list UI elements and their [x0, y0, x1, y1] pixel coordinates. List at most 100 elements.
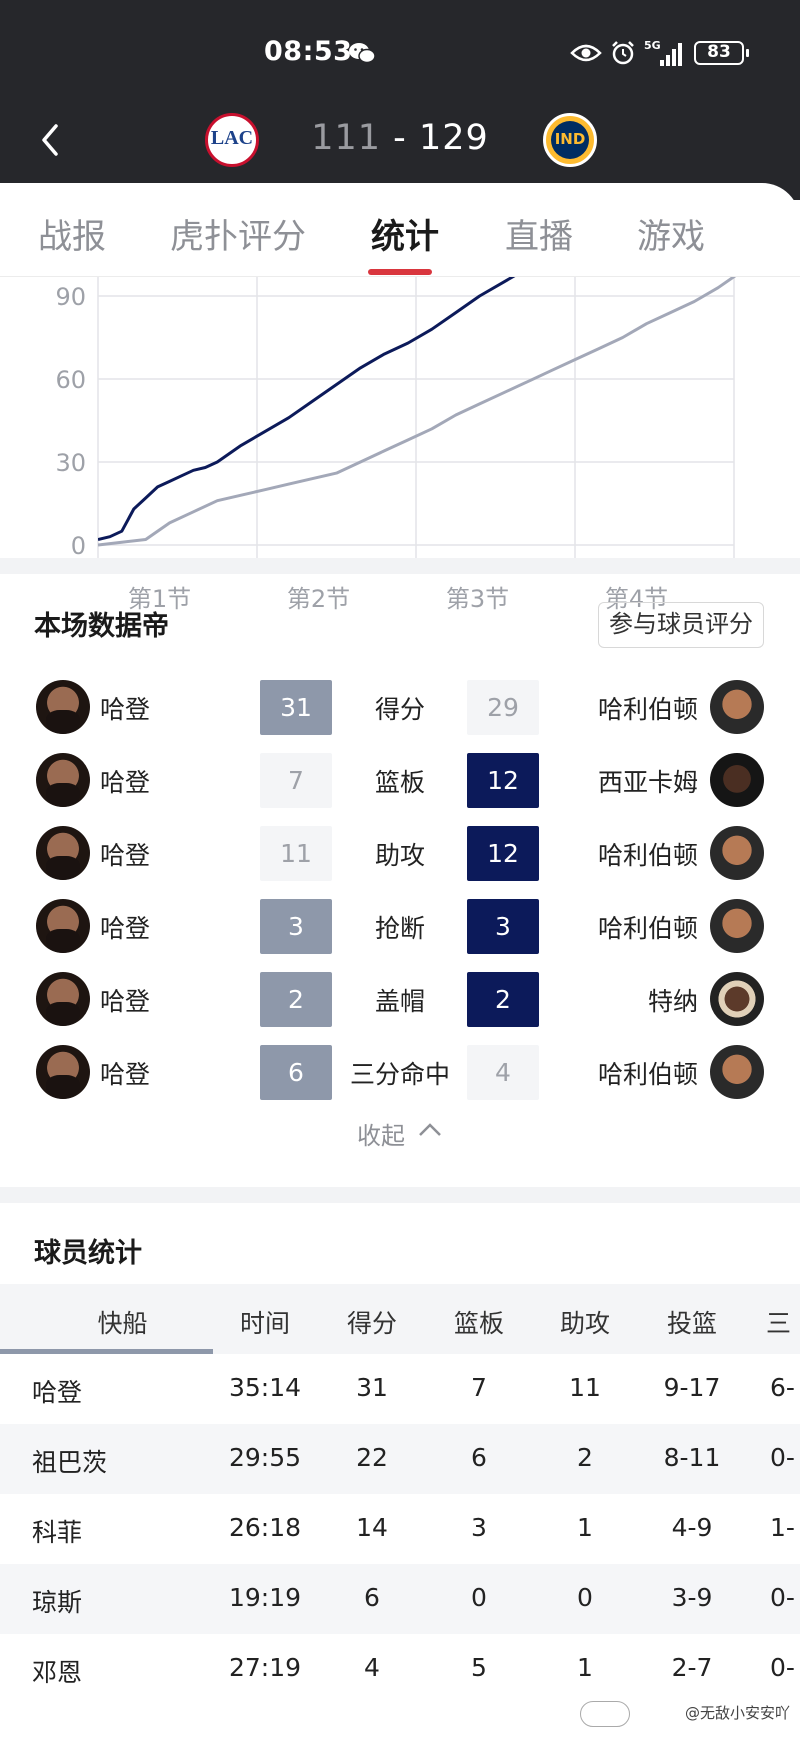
series-line-1: [98, 277, 737, 547]
left-player-name[interactable]: 哈登: [100, 690, 150, 726]
right-player-avatar[interactable]: [710, 753, 764, 807]
right-player-name[interactable]: 西亚卡姆: [598, 763, 698, 799]
tab-stats[interactable]: 统计: [371, 209, 439, 258]
time: 27:19: [228, 1653, 302, 1682]
leader-row[interactable]: 哈登 31 得分 29 哈利伯顿: [0, 680, 800, 736]
tab-bar: 战报 虎扑评分 统计 直播 游戏: [0, 183, 800, 277]
right-player-avatar[interactable]: [710, 1045, 764, 1099]
table-row[interactable]: 祖巴茨 29:55 22 6 2 8-11 0-: [0, 1424, 800, 1494]
table-row[interactable]: 邓恩 27:19 4 5 1 2-7 0-: [0, 1634, 800, 1704]
left-player-avatar[interactable]: [36, 1045, 90, 1099]
rate-players-button[interactable]: 参与球员评分: [598, 602, 764, 648]
chevron-up-icon[interactable]: [416, 1119, 444, 1141]
time: 26:18: [228, 1513, 302, 1542]
player-name[interactable]: 祖巴茨: [32, 1443, 107, 1479]
x-tick-label: 第2节: [287, 585, 350, 613]
right-player-name[interactable]: 哈利伯顿: [598, 909, 698, 945]
left-player-avatar[interactable]: [36, 899, 90, 953]
table-row[interactable]: 哈登 35:14 31 7 11 9-17 6-: [0, 1354, 800, 1424]
stat-category: 得分: [374, 695, 425, 724]
wechat-icon: [349, 43, 376, 64]
right-player-avatar[interactable]: [710, 826, 764, 880]
player-name[interactable]: 邓恩: [32, 1653, 82, 1689]
away-score: 129: [418, 118, 489, 158]
time: 19:19: [228, 1583, 302, 1612]
points: 31: [356, 1373, 388, 1402]
tab-game[interactable]: 游戏: [637, 209, 705, 258]
points: 6: [364, 1583, 380, 1612]
section-divider: [0, 1187, 800, 1203]
three-pt: 6-: [770, 1373, 795, 1402]
left-player-name[interactable]: 哈登: [100, 763, 150, 799]
fg: 3-9: [671, 1583, 713, 1612]
back-arrow-icon[interactable]: [36, 120, 66, 160]
fg: 2-7: [671, 1653, 713, 1682]
left-player-name[interactable]: 哈登: [100, 909, 150, 945]
alarm-icon: [612, 41, 634, 65]
left-player-avatar[interactable]: [36, 826, 90, 880]
home-team-logo[interactable]: LAC: [205, 113, 259, 167]
left-player-avatar[interactable]: [36, 680, 90, 734]
right-player-avatar[interactable]: [710, 972, 764, 1026]
tab-live[interactable]: 直播: [505, 209, 573, 258]
leader-row[interactable]: 哈登 7 篮板 12 西亚卡姆: [0, 753, 800, 809]
section-divider: [0, 558, 800, 574]
right-stat-value: 4: [467, 1045, 539, 1100]
right-player-name[interactable]: 哈利伯顿: [598, 836, 698, 872]
away-team-logo[interactable]: IND: [543, 113, 597, 167]
right-stat-value: 2: [467, 972, 539, 1027]
watermark: @无敌小安安吖: [684, 1704, 790, 1722]
y-tick-label: 90: [55, 283, 86, 311]
left-player-name[interactable]: 哈登: [100, 836, 150, 872]
home-team-logo-text: LAC: [210, 127, 254, 149]
left-stat-value: 3: [260, 899, 332, 954]
stat-category: 抢断: [374, 914, 425, 943]
right-stat-value: 29: [467, 680, 539, 735]
rebounds: 6: [471, 1443, 487, 1472]
network-label: 5G: [644, 39, 661, 52]
right-player-avatar[interactable]: [710, 899, 764, 953]
right-player-name[interactable]: 特纳: [648, 982, 698, 1018]
player-name[interactable]: 哈登: [32, 1373, 82, 1409]
table-row[interactable]: 科菲 26:18 14 3 1 4-9 1-: [0, 1494, 800, 1564]
fg: 9-17: [663, 1373, 721, 1402]
collapse-button[interactable]: 收起: [357, 1116, 405, 1151]
leader-row[interactable]: 哈登 3 抢断 3 哈利伯顿: [0, 899, 800, 955]
left-player-avatar[interactable]: [36, 972, 90, 1026]
rebounds: 5: [471, 1653, 487, 1682]
stat-category: 助攻: [374, 841, 425, 870]
right-player-avatar[interactable]: [710, 680, 764, 734]
eye-icon: [570, 44, 602, 62]
points: 22: [356, 1443, 388, 1472]
fg: 8-11: [663, 1443, 721, 1472]
col-3pt: 三: [766, 1309, 792, 1338]
away-team-logo-text: IND: [554, 130, 586, 148]
left-player-avatar[interactable]: [36, 753, 90, 807]
left-stat-value: 7: [260, 753, 332, 808]
rebounds: 3: [471, 1513, 487, 1542]
left-stat-value: 11: [260, 826, 332, 881]
leader-row[interactable]: 哈登 2 盖帽 2 特纳: [0, 972, 800, 1028]
table-row[interactable]: 琼斯 19:19 6 0 0 3-9 0-: [0, 1564, 800, 1634]
player-name[interactable]: 科菲: [32, 1513, 82, 1549]
y-tick-label: 60: [55, 366, 86, 394]
col-assists: 助攻: [559, 1309, 610, 1338]
leader-row[interactable]: 哈登 6 三分命中 4 哈利伯顿: [0, 1045, 800, 1101]
left-player-name[interactable]: 哈登: [100, 982, 150, 1018]
leaders-title: 本场数据帝: [34, 611, 169, 642]
active-tab-indicator: [368, 269, 432, 275]
fg: 4-9: [671, 1513, 713, 1542]
score-separator: -: [393, 118, 407, 158]
leader-row[interactable]: 哈登 11 助攻 12 哈利伯顿: [0, 826, 800, 882]
player-name[interactable]: 琼斯: [32, 1583, 82, 1619]
right-player-name[interactable]: 哈利伯顿: [598, 690, 698, 726]
left-stat-value: 31: [260, 680, 332, 735]
left-player-name[interactable]: 哈登: [100, 1055, 150, 1091]
tab-report[interactable]: 战报: [38, 209, 106, 258]
tab-rating[interactable]: 虎扑评分: [170, 209, 306, 258]
stats-table-header: 快船 时间 得分 篮板 助攻 投篮 三: [0, 1284, 800, 1354]
col-points: 得分: [346, 1309, 397, 1338]
team-tab-clippers[interactable]: 快船: [0, 1304, 245, 1340]
home-score: 111: [311, 118, 382, 158]
right-player-name[interactable]: 哈利伯顿: [598, 1055, 698, 1091]
